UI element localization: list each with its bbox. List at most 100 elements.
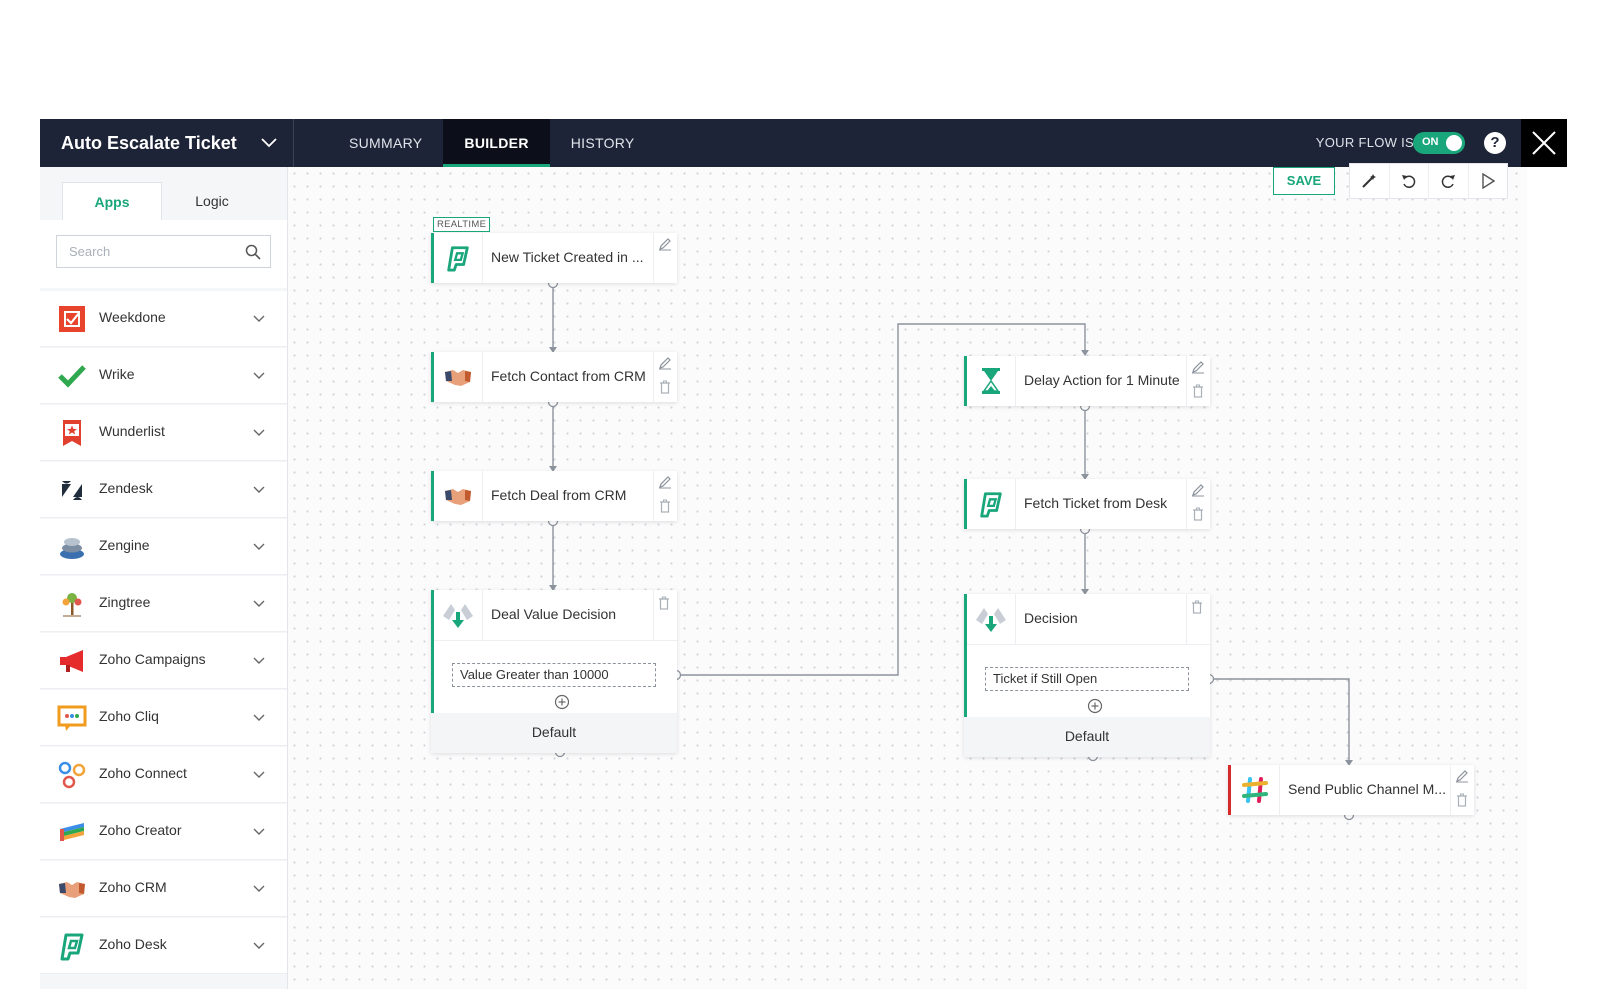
app-item-zendesk[interactable]: Zendesk — [40, 462, 287, 518]
app-item-zingtree[interactable]: Zingtree — [40, 576, 287, 632]
undo-icon — [1401, 175, 1416, 188]
node-title: New Ticket Created in ... — [491, 249, 644, 265]
search-area — [40, 220, 287, 288]
zoho-crm-icon — [59, 882, 85, 898]
app-item-zoho-crm[interactable]: Zoho CRM — [40, 861, 287, 917]
node-actions — [653, 590, 677, 640]
action-node-fetch-deal[interactable]: Fetch Deal from CRM — [431, 471, 677, 521]
hourglass-icon — [982, 368, 1000, 394]
node-actions — [1186, 594, 1210, 644]
zoho-desk-icon — [60, 933, 84, 961]
search-input[interactable] — [67, 243, 241, 260]
trash-icon[interactable] — [1192, 507, 1204, 521]
flow-canvas[interactable] — [288, 167, 1527, 989]
zingtree-icon — [62, 593, 82, 617]
trash-icon[interactable] — [659, 499, 671, 513]
edit-icon[interactable] — [658, 356, 672, 370]
decision-node-ticket-open[interactable]: Decision Ticket if Still Open Default — [964, 594, 1210, 757]
magic-wand-icon — [1362, 174, 1377, 188]
chevron-down-icon[interactable] — [253, 372, 265, 380]
flow-builder-app: Auto Escalate Ticket SUMMARY BUILDER HIS… — [40, 119, 1567, 989]
trash-icon[interactable] — [658, 596, 670, 610]
app-name: Zoho Connect — [99, 765, 187, 781]
realtime-badge: REALTIME — [433, 217, 491, 232]
app-item-weekdone[interactable]: Weekdone — [40, 291, 287, 347]
sidebar-tab-logic[interactable]: Logic — [162, 182, 262, 220]
sidebar-tab-apps[interactable]: Apps — [62, 182, 162, 220]
wunderlist-icon — [63, 420, 81, 446]
app-item-zoho-connect[interactable]: Zoho Connect — [40, 747, 287, 803]
app-item-wunderlist[interactable]: Wunderlist — [40, 405, 287, 461]
node-title: Deal Value Decision — [491, 606, 617, 622]
app-item-zengine[interactable]: Zengine — [40, 519, 287, 575]
redo-button[interactable] — [1429, 164, 1469, 198]
undo-button[interactable] — [1390, 164, 1429, 198]
flow-on-toggle[interactable]: ON — [1413, 132, 1465, 154]
chevron-down-icon[interactable] — [253, 543, 265, 551]
app-name: Zoho Creator — [99, 822, 182, 838]
app-item-wrike[interactable]: Wrike — [40, 348, 287, 404]
chevron-down-icon[interactable] — [253, 714, 265, 722]
app-item-zoho-desk[interactable]: Zoho Desk — [40, 918, 287, 974]
edit-icon[interactable] — [658, 237, 672, 251]
add-condition-icon[interactable] — [1087, 698, 1103, 714]
flow-title-selector[interactable]: Auto Escalate Ticket — [40, 119, 294, 167]
node-title: Fetch Contact from CRM — [491, 368, 646, 384]
test-run-button[interactable] — [1469, 164, 1508, 198]
edit-icon[interactable] — [658, 475, 672, 489]
condition-branch[interactable]: Value Greater than 10000 — [452, 663, 656, 687]
app-name: Weekdone — [99, 309, 166, 325]
close-button[interactable] — [1521, 119, 1567, 167]
tab-builder[interactable]: BUILDER — [443, 119, 550, 167]
weekdone-icon — [59, 306, 85, 332]
canvas-right-margin — [1527, 167, 1567, 989]
decision-conditions: Ticket if Still Open Default — [964, 644, 1210, 757]
search-box — [56, 235, 271, 268]
node-icon-box — [1231, 765, 1280, 815]
edit-icon[interactable] — [1191, 360, 1205, 374]
search-icon[interactable] — [245, 244, 261, 260]
default-branch[interactable]: Default — [431, 713, 677, 753]
action-node-fetch-ticket[interactable]: Fetch Ticket from Desk — [964, 479, 1210, 529]
app-item-zoho-campaigns[interactable]: Zoho Campaigns — [40, 633, 287, 689]
trash-icon[interactable] — [1191, 600, 1203, 614]
magic-wand-button[interactable] — [1350, 164, 1390, 198]
chevron-down-icon[interactable] — [253, 942, 265, 950]
edit-icon[interactable] — [1455, 769, 1469, 783]
app-item-zoho-cliq[interactable]: Zoho Cliq — [40, 690, 287, 746]
zoho-cliq-icon — [57, 705, 87, 731]
chevron-down-icon[interactable] — [253, 429, 265, 437]
chevron-down-icon[interactable] — [253, 885, 265, 893]
add-condition-icon[interactable] — [554, 694, 570, 710]
node-title: Fetch Deal from CRM — [491, 487, 627, 503]
action-node-slack-message[interactable]: Send Public Channel M... — [1228, 765, 1474, 815]
zoho-creator-icon — [60, 823, 84, 841]
chevron-down-icon[interactable] — [253, 657, 265, 665]
decision-node-deal-value[interactable]: Deal Value Decision Value Greater than 1… — [431, 590, 677, 753]
canvas-tools — [1349, 163, 1508, 199]
trash-icon[interactable] — [1192, 384, 1204, 398]
zoho-crm-icon — [445, 489, 471, 505]
app-list: Weekdone Wrike Wunderlist Zendesk Zengin… — [40, 291, 287, 975]
chevron-down-icon[interactable] — [253, 771, 265, 779]
decision-icon — [443, 604, 473, 628]
trash-icon[interactable] — [659, 380, 671, 394]
save-button[interactable]: SAVE — [1273, 167, 1335, 195]
app-item-zoho-creator[interactable]: Zoho Creator — [40, 804, 287, 860]
chevron-down-icon[interactable] — [253, 828, 265, 836]
condition-branch[interactable]: Ticket if Still Open — [985, 667, 1189, 691]
node-title: Send Public Channel M... — [1288, 781, 1446, 797]
app-name: Zoho Cliq — [99, 708, 159, 724]
tab-history[interactable]: HISTORY — [550, 119, 656, 167]
tab-summary[interactable]: SUMMARY — [328, 119, 443, 167]
help-icon[interactable]: ? — [1484, 132, 1506, 154]
trigger-node-new-ticket[interactable]: New Ticket Created in ... — [431, 233, 677, 283]
chevron-down-icon[interactable] — [253, 600, 265, 608]
chevron-down-icon[interactable] — [253, 315, 265, 323]
edit-icon[interactable] — [1191, 483, 1205, 497]
action-node-delay[interactable]: Delay Action for 1 Minute — [964, 356, 1210, 406]
trash-icon[interactable] — [1456, 793, 1468, 807]
chevron-down-icon[interactable] — [253, 486, 265, 494]
action-node-fetch-contact[interactable]: Fetch Contact from CRM — [431, 352, 677, 402]
default-branch[interactable]: Default — [964, 717, 1210, 757]
